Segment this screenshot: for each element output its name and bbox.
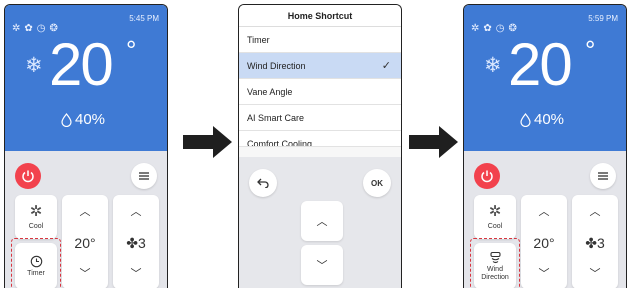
up-button[interactable]: ︿ xyxy=(301,201,343,241)
degree-symbol: ° xyxy=(126,35,137,65)
fan-icon: ✤ xyxy=(585,235,597,251)
chevron-down-icon: ﹀ xyxy=(316,260,328,272)
current-temperature: 20 xyxy=(508,31,573,98)
humidity-readout: 40% xyxy=(520,111,564,128)
hamburger-icon xyxy=(598,172,608,180)
droplet-icon xyxy=(61,112,72,127)
highlight-box xyxy=(470,238,520,288)
control-panel: OK ︿ ﹀ xyxy=(239,157,401,288)
fan-speed-control: ︿ ✤3 ﹀ xyxy=(113,195,159,288)
status-panel: 5:59 PM ✲ ✿ ◷ ❂ ❄ 20 ° 40% xyxy=(464,5,626,151)
down-button[interactable]: ﹀ xyxy=(301,245,343,285)
right-arrow-icon xyxy=(409,126,458,158)
chevron-up-icon: ︿ xyxy=(316,216,328,228)
cool-mode-icon: ❄ xyxy=(484,54,502,77)
list-item-label: Wind Direction xyxy=(247,61,306,71)
fan-speed-readout: ✤3 xyxy=(113,235,159,252)
current-temperature: 20 xyxy=(49,31,114,98)
fan-speed-control: ︿ ✤3 ﹀ xyxy=(572,195,618,288)
fan-status-icon: ✿ xyxy=(483,23,492,34)
menu-button[interactable] xyxy=(131,163,157,189)
snowflake-icon: ✲ xyxy=(29,203,43,220)
snowflake-status-icon: ✲ xyxy=(12,23,21,34)
list-item-comfort-cooling[interactable]: Comfort Cooling xyxy=(239,131,401,147)
clock: 5:45 PM xyxy=(129,14,159,23)
timer-status-icon: ◷ xyxy=(36,23,46,34)
mode-label: Cool xyxy=(487,223,503,230)
list-item-ai-smart-care[interactable]: AI Smart Care xyxy=(239,105,401,131)
mode-button[interactable]: ✲ Cool xyxy=(474,195,516,239)
mode-button[interactable]: ✲ Cool xyxy=(15,195,57,239)
status-panel: 5:45 PM ✲ ✿ ◷ ❂ ❄ 20 ° 40% xyxy=(5,5,167,151)
highlight-box xyxy=(11,238,61,288)
snowflake-icon: ✲ xyxy=(488,203,502,220)
right-arrow-icon xyxy=(183,126,232,158)
fan-speed-value: 3 xyxy=(596,235,605,251)
clock: 5:59 PM xyxy=(588,14,618,23)
hamburger-icon xyxy=(139,172,149,180)
degree-symbol: ° xyxy=(585,35,596,65)
timer-status-icon: ◷ xyxy=(495,23,505,34)
fan-speed-readout: ✤3 xyxy=(572,235,618,252)
snowflake-status-icon: ✲ xyxy=(471,23,480,34)
ok-button[interactable]: OK xyxy=(363,169,391,197)
set-temperature: 20° xyxy=(74,235,96,251)
power-icon xyxy=(22,170,34,183)
temp-down-button[interactable]: ﹀ xyxy=(521,265,567,281)
temperature-control: ︿ 20° ﹀ xyxy=(521,195,567,288)
fan-down-button[interactable]: ﹀ xyxy=(113,265,159,281)
humidity-value: 40% xyxy=(75,111,106,128)
temp-up-button[interactable]: ︿ xyxy=(62,203,108,219)
set-temperature: 20° xyxy=(533,235,555,251)
fan-icon: ✤ xyxy=(126,235,138,251)
menu-button[interactable] xyxy=(590,163,616,189)
temp-down-button[interactable]: ﹀ xyxy=(62,265,108,281)
humidity-readout: 40% xyxy=(61,111,105,128)
fan-status-icon: ✿ xyxy=(24,23,33,34)
mode-label: Cool xyxy=(28,223,44,230)
control-panel: ✲ Cool Wind Direction ︿ 20° ﹀ ︿ ✤3 ﹀ xyxy=(464,151,626,288)
list-item-vane-angle[interactable]: Vane Angle xyxy=(239,79,401,105)
temp-up-button[interactable]: ︿ xyxy=(521,203,567,219)
power-icon xyxy=(481,170,493,183)
list-item-wind-direction[interactable]: Wind Direction ✓ xyxy=(239,53,401,79)
phone-screen-shortcut-menu: Home Shortcut Timer Wind Direction ✓ Vane… xyxy=(238,4,402,288)
back-arrow-icon xyxy=(257,178,269,188)
list-item-label: Vane Angle xyxy=(247,87,293,97)
back-button[interactable] xyxy=(249,169,277,197)
cool-mode-icon: ❄ xyxy=(25,54,43,77)
power-button[interactable] xyxy=(15,163,41,189)
checkmark-icon: ✓ xyxy=(381,60,391,72)
fan-down-button[interactable]: ﹀ xyxy=(572,265,618,281)
droplet-icon xyxy=(520,112,531,127)
phone-screen-before: 5:45 PM ✲ ✿ ◷ ❂ ❄ 20 ° 40% ✲ Cool Timer xyxy=(4,4,168,288)
list-item-label: Comfort Cooling xyxy=(247,139,313,147)
fan-up-button[interactable]: ︿ xyxy=(572,203,618,219)
control-panel: ✲ Cool Timer ︿ 20° ﹀ ︿ ✤3 ﹀ xyxy=(5,151,167,288)
shortcut-list: Timer Wind Direction ✓ Vane Angle AI Smar… xyxy=(239,27,401,147)
page-title: Home Shortcut xyxy=(239,5,401,27)
list-item-label: AI Smart Care xyxy=(247,113,305,123)
humidity-value: 40% xyxy=(534,111,565,128)
power-button[interactable] xyxy=(474,163,500,189)
list-item-timer[interactable]: Timer xyxy=(239,27,401,53)
fan-up-button[interactable]: ︿ xyxy=(113,203,159,219)
fan-speed-value: 3 xyxy=(137,235,146,251)
temperature-control: ︿ 20° ﹀ xyxy=(62,195,108,288)
list-item-label: Timer xyxy=(247,35,270,45)
phone-screen-after: 5:59 PM ✲ ✿ ◷ ❂ ❄ 20 ° 40% ✲ Cool Wind Di… xyxy=(463,4,627,288)
